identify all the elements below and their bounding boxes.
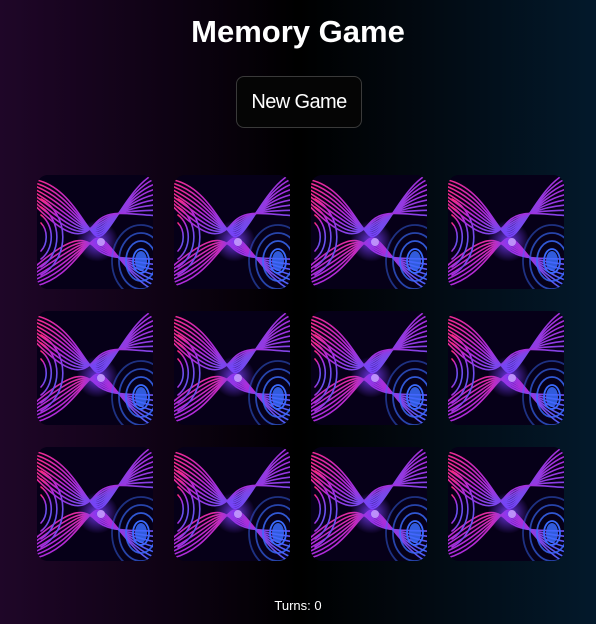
memory-card[interactable]: [311, 311, 427, 425]
memory-card[interactable]: [174, 447, 290, 561]
swirl-pattern-icon: [448, 311, 564, 425]
swirl-pattern-icon: [37, 311, 153, 425]
memory-card[interactable]: [174, 175, 290, 289]
memory-card[interactable]: [448, 311, 564, 425]
swirl-pattern-icon: [448, 175, 564, 289]
memory-card[interactable]: [311, 447, 427, 561]
swirl-pattern-icon: [174, 175, 290, 289]
turns-counter: Turns: 0: [274, 598, 322, 613]
swirl-pattern-icon: [174, 447, 290, 561]
card-grid: [37, 175, 564, 561]
swirl-pattern-icon: [311, 175, 427, 289]
memory-card[interactable]: [311, 175, 427, 289]
swirl-pattern-icon: [311, 447, 427, 561]
memory-card[interactable]: [37, 175, 153, 289]
swirl-pattern-icon: [448, 447, 564, 561]
memory-card[interactable]: [174, 311, 290, 425]
swirl-pattern-icon: [37, 175, 153, 289]
page-title: Memory Game: [191, 14, 405, 49]
swirl-pattern-icon: [174, 311, 290, 425]
memory-card[interactable]: [448, 175, 564, 289]
memory-card[interactable]: [37, 311, 153, 425]
swirl-pattern-icon: [311, 311, 427, 425]
new-game-button[interactable]: New Game: [236, 76, 362, 128]
swirl-pattern-icon: [37, 447, 153, 561]
memory-card[interactable]: [448, 447, 564, 561]
memory-card[interactable]: [37, 447, 153, 561]
